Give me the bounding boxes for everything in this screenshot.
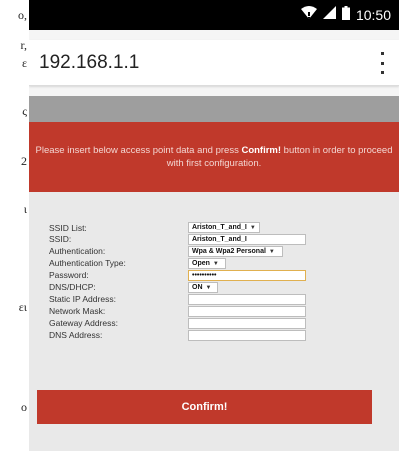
url-text[interactable]: 192.168.1.1: [39, 52, 139, 74]
status-time: 10:50: [355, 7, 391, 23]
dns-address-input[interactable]: [188, 330, 306, 341]
authentication-type-label: Authentication Type:: [49, 258, 126, 268]
browser-toolbar: 192.168.1.1: [29, 30, 399, 96]
cell-signal-icon: [322, 6, 336, 24]
address-bar[interactable]: 192.168.1.1: [29, 40, 399, 86]
confirm-button[interactable]: Confirm!: [37, 390, 372, 424]
chevron-down-icon: ▼: [268, 249, 275, 255]
ssid-list-label: SSID List:: [49, 223, 87, 233]
chevron-down-icon: ▼: [212, 261, 219, 267]
gateway-label: Gateway Address:: [49, 318, 118, 328]
instruction-text: Please insert below access point data an…: [35, 145, 393, 169]
status-icons: 10:50: [300, 0, 391, 30]
ssid-list-select[interactable]: Ariston_T_and_I ▼: [188, 222, 260, 233]
config-form: SSID List: Ariston_T_and_I ▼ SSID: Aristo…: [29, 192, 399, 451]
phone-screen: 10:50 192.168.1.1 Please insert below ac…: [29, 0, 399, 451]
status-bar: 10:50: [29, 0, 399, 30]
doc-text: ει: [18, 300, 27, 314]
dns-dhcp-label: DNS/DHCP:: [49, 282, 96, 292]
overflow-menu-icon[interactable]: [377, 52, 387, 74]
background-document-strip: ο, r, ε ς 2 ι ει ο: [0, 0, 29, 451]
doc-text: r,: [20, 38, 27, 52]
battery-icon: [341, 5, 350, 25]
doc-text: ο,: [18, 8, 27, 22]
chevron-down-icon: ▼: [249, 225, 256, 231]
static-ip-input[interactable]: [188, 294, 306, 305]
dns-address-label: DNS Address:: [49, 330, 103, 340]
password-label: Password:: [49, 270, 89, 280]
dns-dhcp-select[interactable]: ON ▼: [188, 282, 218, 293]
authentication-label: Authentication:: [49, 246, 106, 256]
ssid-label: SSID:: [49, 234, 72, 244]
instruction-banner: Please insert below access point data an…: [29, 122, 399, 192]
network-mask-input[interactable]: [188, 306, 306, 317]
doc-text: ς: [22, 104, 27, 118]
ssid-input[interactable]: Ariston_T_and_I: [188, 234, 306, 245]
doc-text: 2: [21, 154, 27, 168]
page-header-bar: [29, 96, 399, 122]
gateway-input[interactable]: [188, 318, 306, 329]
chevron-down-icon: ▼: [205, 285, 212, 291]
wifi-icon: [300, 6, 317, 24]
doc-text: ι: [23, 202, 27, 216]
static-ip-label: Static IP Address:: [49, 294, 116, 304]
network-mask-label: Network Mask:: [49, 306, 106, 316]
doc-text: ε: [21, 56, 27, 70]
doc-text: ο: [21, 400, 27, 414]
authentication-type-select[interactable]: Open ▼: [188, 258, 226, 269]
password-input[interactable]: ••••••••••: [188, 270, 306, 281]
authentication-select[interactable]: Wpa & Wpa2 Personal ▼: [188, 246, 283, 257]
